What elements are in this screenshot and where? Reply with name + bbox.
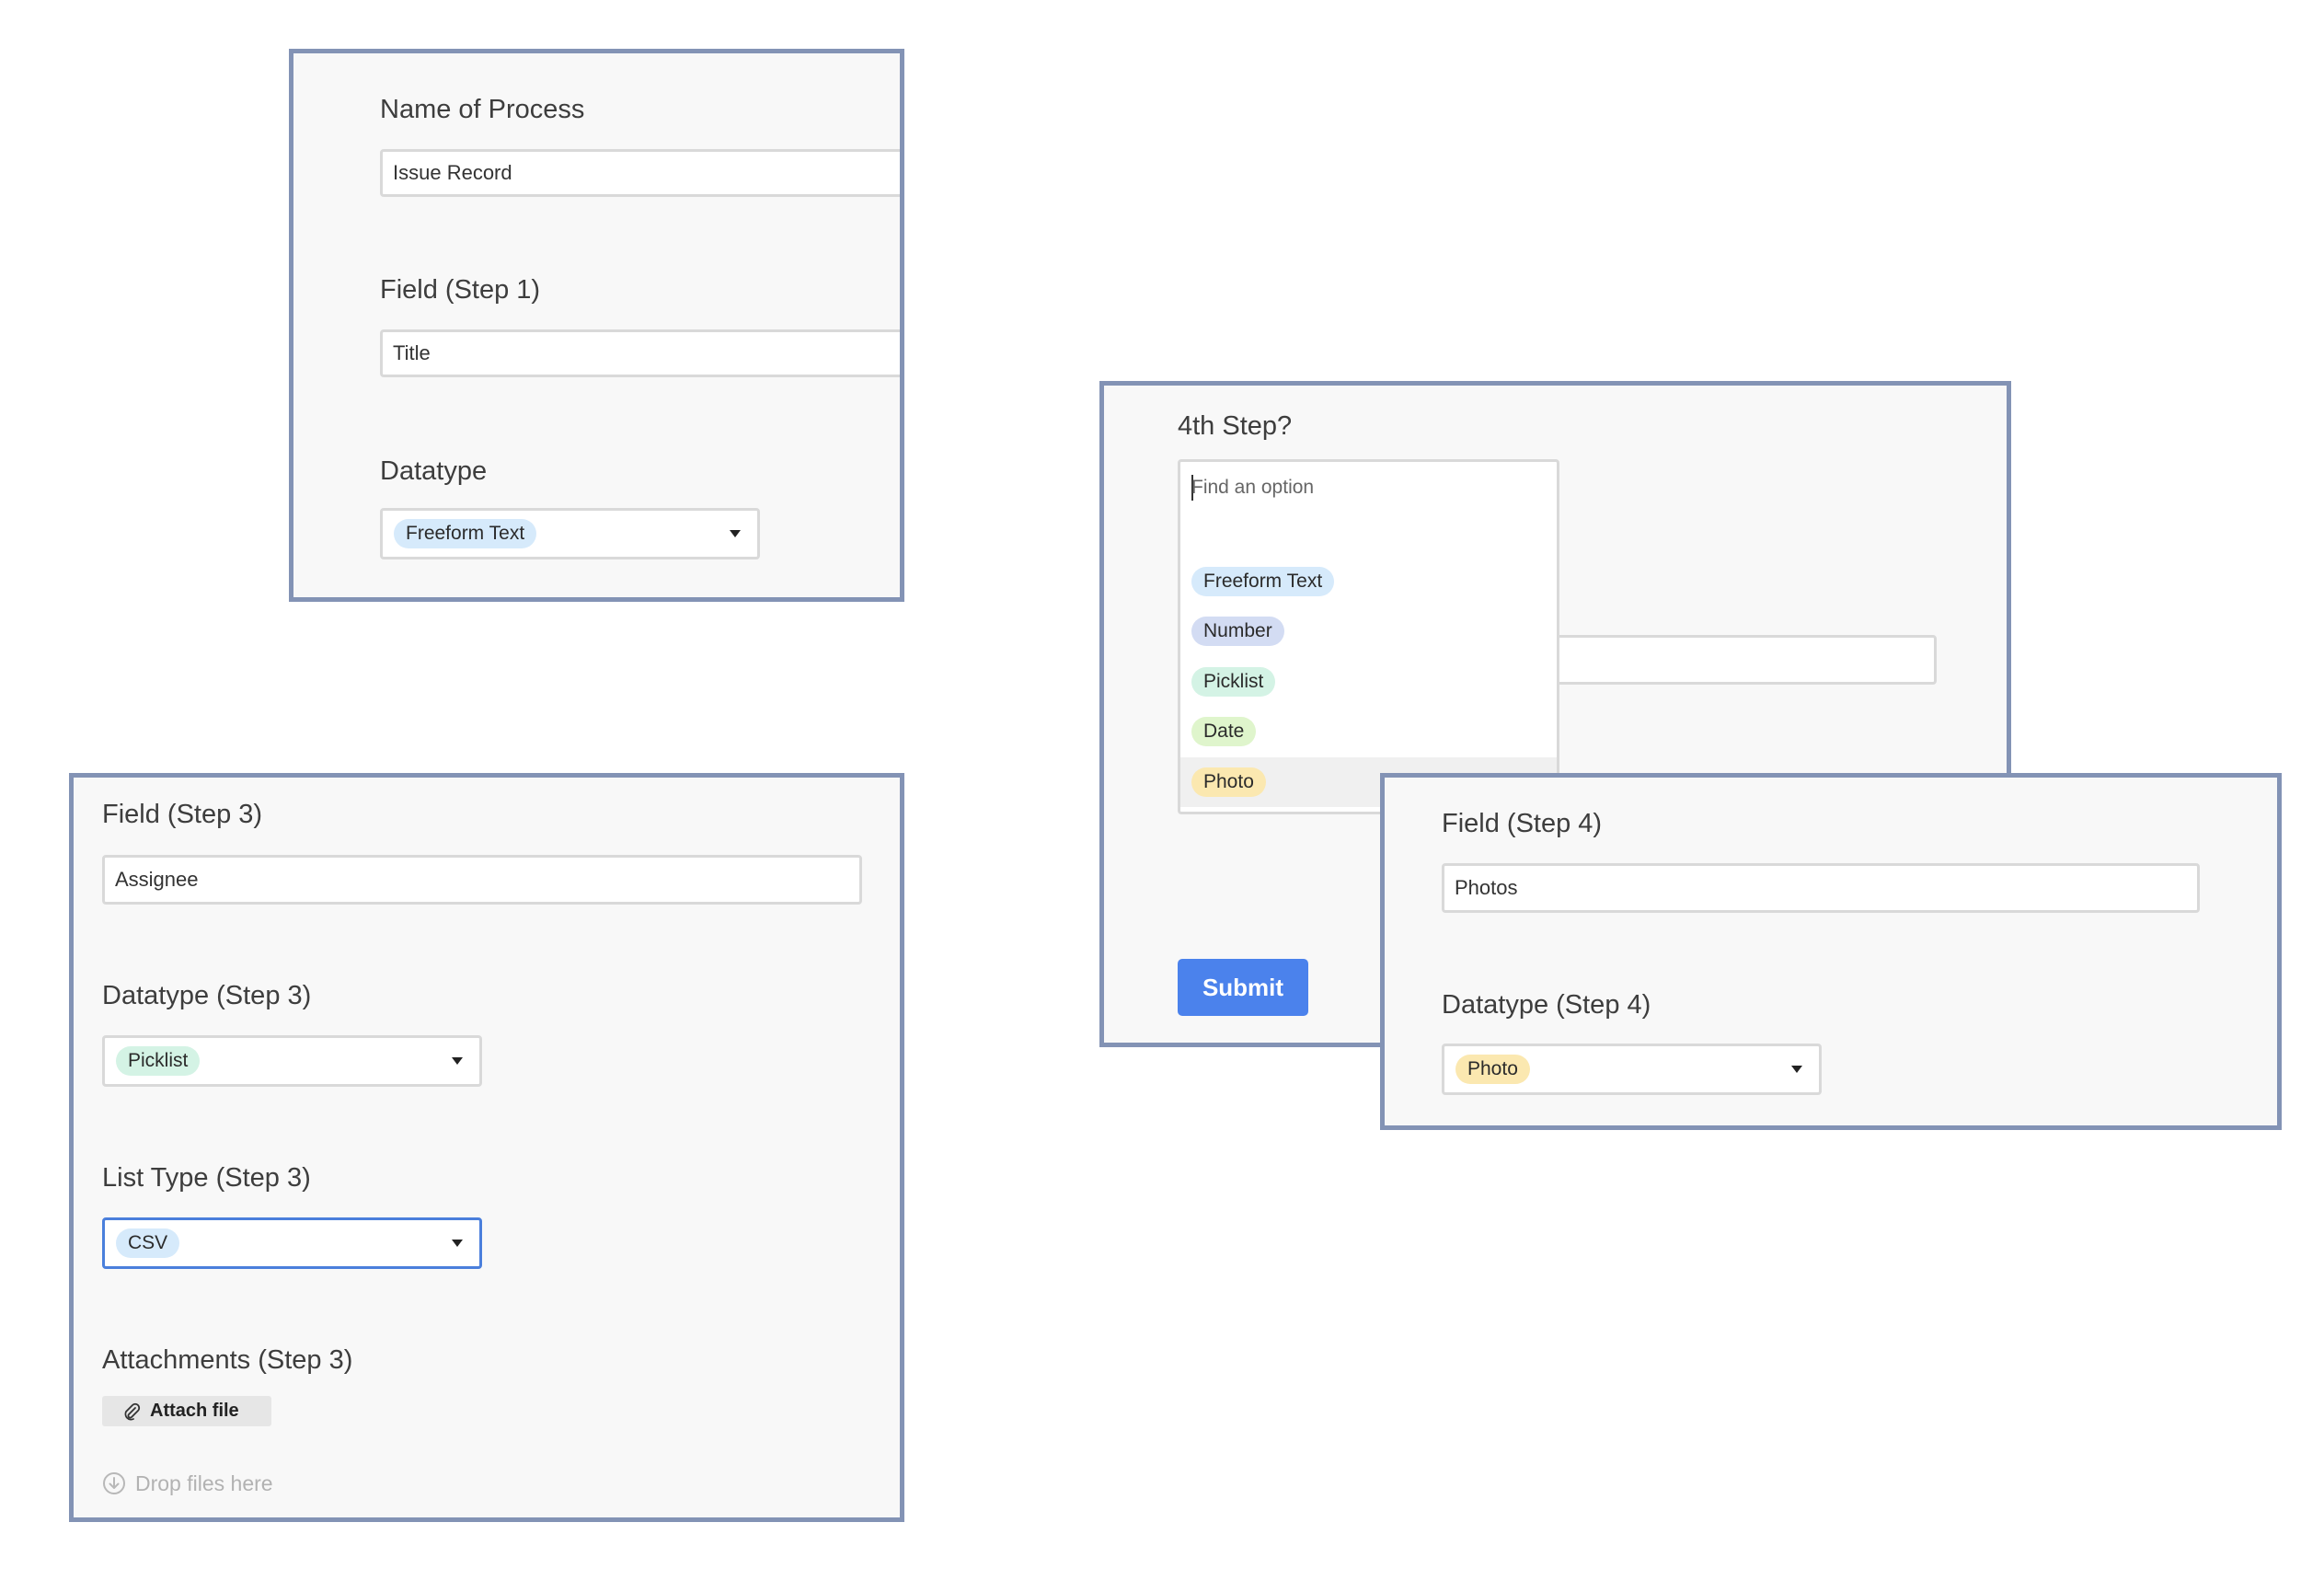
option-number[interactable]: Number: [1180, 606, 1557, 656]
caret-down-icon: [452, 1057, 463, 1065]
datatype-step4-label: Datatype (Step 4): [1442, 990, 1651, 1020]
field-step3-label: Field (Step 3): [102, 800, 263, 829]
datatype-value-pill: Freeform Text: [394, 519, 537, 548]
fourth-step-label: 4th Step?: [1178, 411, 1293, 441]
submit-button[interactable]: Submit: [1178, 959, 1308, 1016]
caret-down-icon: [730, 530, 741, 537]
option-pill: Number: [1191, 617, 1284, 646]
list-type-step3-value-pill: CSV: [116, 1228, 180, 1258]
process-name-input[interactable]: Issue Record: [380, 149, 900, 197]
option-date[interactable]: Date: [1180, 707, 1557, 756]
field-step4-input[interactable]: Photos: [1442, 863, 2200, 913]
panel-step-1: Name of Process Issue Record Field (Step…: [289, 49, 904, 602]
option-picklist[interactable]: Picklist: [1180, 657, 1557, 707]
datatype-select[interactable]: Freeform Text: [380, 508, 760, 559]
option-pill: Freeform Text: [1191, 567, 1335, 596]
field-step4-label: Field (Step 4): [1442, 809, 1603, 838]
option-pill: Picklist: [1191, 667, 1276, 697]
drop-zone[interactable]: Drop files here: [102, 1468, 273, 1499]
field-step3-input[interactable]: Assignee: [102, 855, 862, 905]
drop-zone-text: Drop files here: [135, 1470, 273, 1495]
caret-down-icon: [1791, 1066, 1802, 1073]
attachments-step3-label: Attachments (Step 3): [102, 1345, 353, 1375]
paperclip-icon: [122, 1402, 141, 1421]
field-step1-input[interactable]: Title: [380, 329, 900, 377]
datatype-step3-label: Datatype (Step 3): [102, 981, 312, 1010]
datatype-label: Datatype: [380, 456, 488, 486]
datatype-step3-select[interactable]: Picklist: [102, 1035, 482, 1087]
option-freeform-text[interactable]: Freeform Text: [1180, 557, 1557, 606]
option-pill: Photo: [1191, 767, 1266, 797]
download-icon: [102, 1471, 126, 1495]
caret-down-icon: [452, 1240, 463, 1247]
process-name-label: Name of Process: [380, 95, 585, 124]
option-dropdown[interactable]: Find an option Freeform Text Number Pick…: [1178, 459, 1559, 814]
option-pill: Date: [1191, 717, 1257, 746]
list-type-step3-label: List Type (Step 3): [102, 1163, 311, 1193]
panel-step-4: Field (Step 4) Photos Datatype (Step 4) …: [1380, 773, 2282, 1130]
datatype-step4-value-pill: Photo: [1455, 1055, 1530, 1084]
panel-step-3: Field (Step 3) Assignee Datatype (Step 3…: [69, 773, 904, 1522]
datatype-step4-select[interactable]: Photo: [1442, 1044, 1822, 1095]
attach-file-button[interactable]: Attach file: [102, 1396, 271, 1426]
datatype-step3-value-pill: Picklist: [116, 1046, 201, 1076]
field-step1-label: Field (Step 1): [380, 275, 541, 305]
option-search-input[interactable]: Find an option: [1191, 477, 1314, 499]
list-type-step3-select[interactable]: CSV: [102, 1217, 482, 1269]
attach-file-label: Attach file: [150, 1401, 239, 1421]
